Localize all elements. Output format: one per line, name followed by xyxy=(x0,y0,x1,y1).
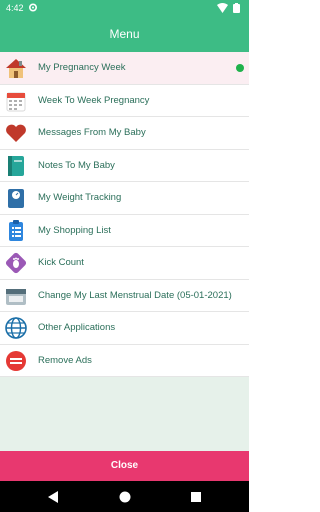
menu-item-label: My Shopping List xyxy=(38,224,111,236)
notebook-icon xyxy=(8,155,24,176)
menu-item-label: My Weight Tracking xyxy=(38,192,122,203)
app-bar: Menu xyxy=(0,16,249,52)
menu-list: My Pregnancy Week Week To Week Pregnancy… xyxy=(0,52,249,377)
recents-icon[interactable] xyxy=(189,490,203,504)
wifi-icon xyxy=(217,3,228,13)
menu-item-label: Messages From My Baby xyxy=(38,127,146,138)
battery-icon xyxy=(233,3,240,13)
calendar-icon xyxy=(6,92,26,111)
globe-icon xyxy=(5,317,27,339)
menu-item-messages-from-my-baby[interactable]: Messages From My Baby xyxy=(0,117,249,150)
menu-item-kick-count[interactable]: Kick Count xyxy=(0,247,249,280)
menu-item-my-weight-tracking[interactable]: My Weight Tracking xyxy=(0,182,249,215)
menu-item-my-pregnancy-week[interactable]: My Pregnancy Week xyxy=(0,52,249,85)
empty-area xyxy=(0,377,249,451)
menu-item-label: Change My Last Menstrual Date (05-01-202… xyxy=(38,289,232,301)
close-button[interactable]: Close xyxy=(0,451,249,481)
clipboard-icon xyxy=(9,219,23,241)
status-bar: 4:42 xyxy=(0,0,249,16)
app-bar-title: Menu xyxy=(109,27,140,41)
active-indicator xyxy=(236,64,244,72)
scale-icon xyxy=(8,189,24,208)
home-icon[interactable] xyxy=(118,490,132,504)
menu-item-change-last-menstrual-date[interactable]: Change My Last Menstrual Date (05-01-202… xyxy=(0,279,249,312)
heart-icon xyxy=(6,124,26,142)
footprint-icon xyxy=(5,252,27,274)
menu-item-my-shopping-list[interactable]: My Shopping List xyxy=(0,214,249,247)
settings-icon xyxy=(28,3,38,12)
status-time: 4:42 xyxy=(6,3,24,13)
menu-item-week-to-week-pregnancy[interactable]: Week To Week Pregnancy xyxy=(0,84,249,117)
menu-item-label: Week To Week Pregnancy xyxy=(38,94,150,106)
house-icon xyxy=(6,59,26,78)
menu-item-other-applications[interactable]: Other Applications xyxy=(0,312,249,345)
back-icon[interactable] xyxy=(46,490,60,504)
navigation-bar xyxy=(0,481,249,512)
no-ads-icon xyxy=(6,350,26,371)
menu-item-label: Notes To My Baby xyxy=(38,159,115,171)
menu-item-label: Remove Ads xyxy=(38,354,92,366)
menu-item-label: My Pregnancy Week xyxy=(38,62,126,73)
menu-item-label: Kick Count xyxy=(38,257,84,268)
menu-item-label: Other Applications xyxy=(38,322,116,333)
calendar-change-icon xyxy=(6,288,26,305)
menu-item-notes-to-my-baby[interactable]: Notes To My Baby xyxy=(0,149,249,182)
menu-item-remove-ads[interactable]: Remove Ads xyxy=(0,344,249,377)
